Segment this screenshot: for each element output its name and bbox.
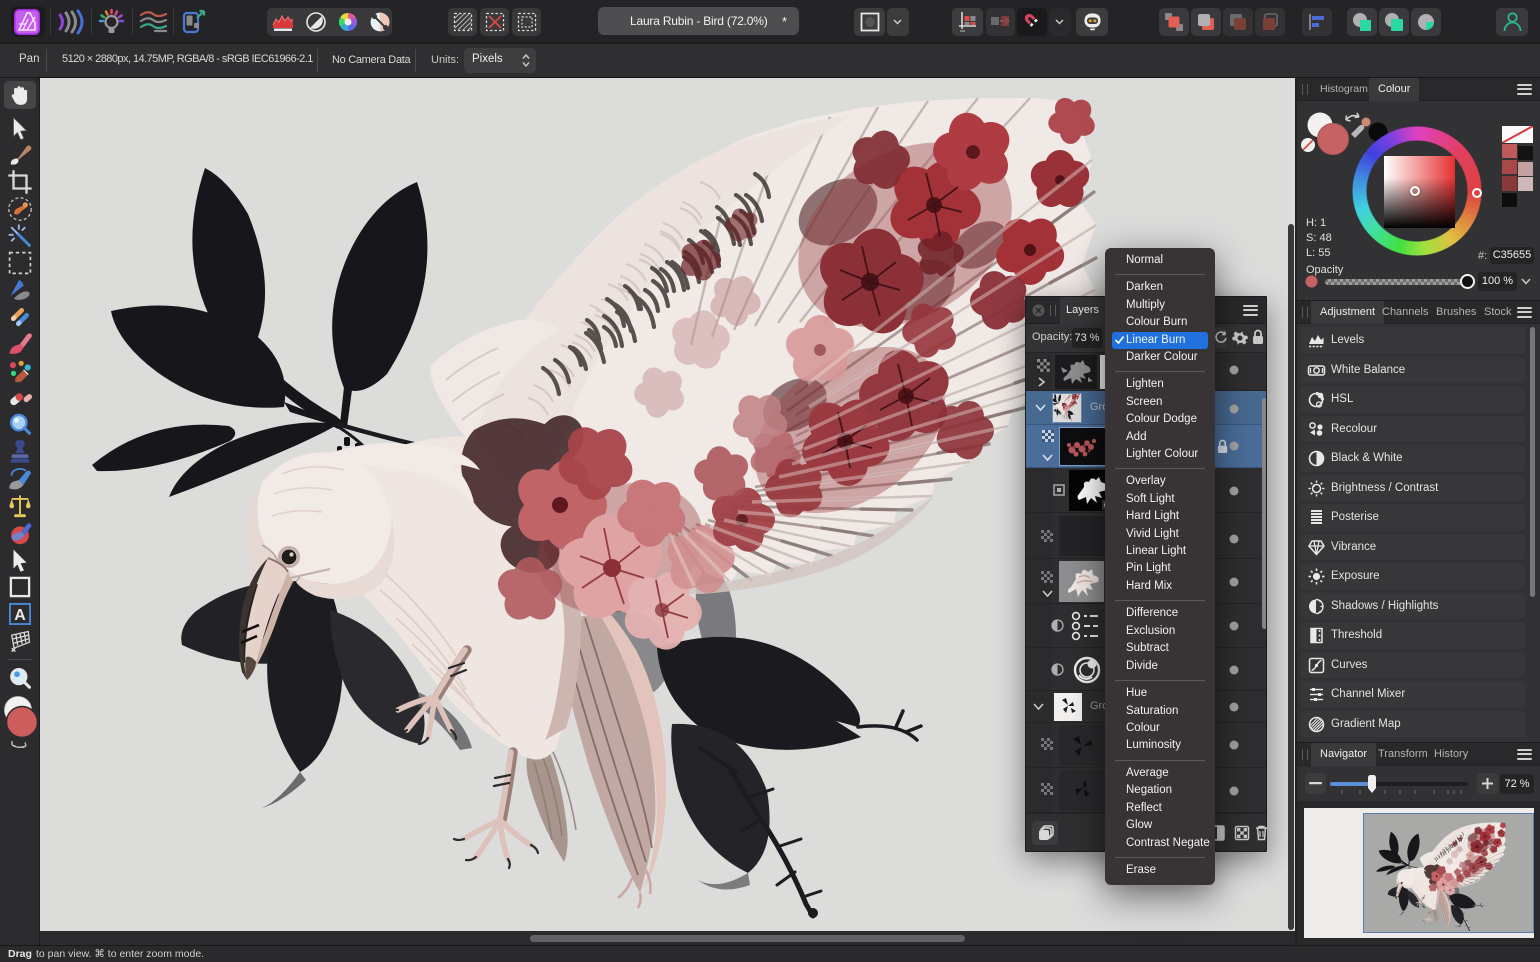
- svg-text:A: A: [14, 607, 26, 624]
